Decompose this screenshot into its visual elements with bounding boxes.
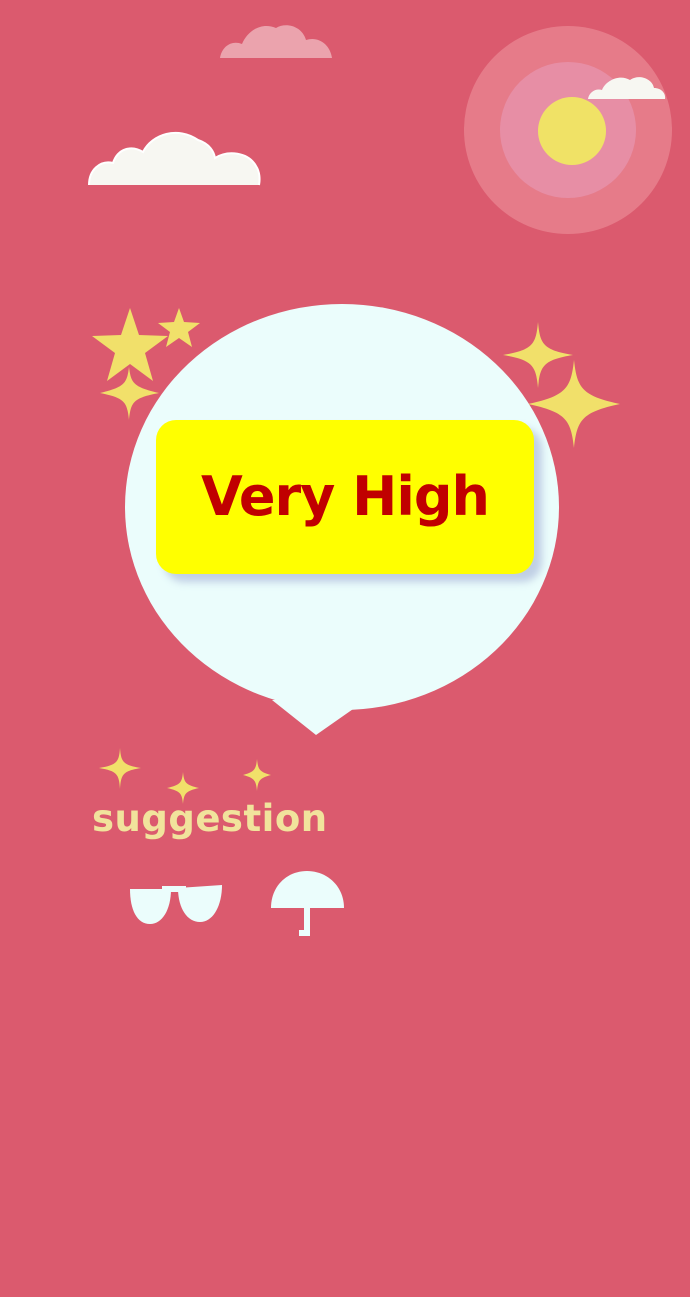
cloud-icon xyxy=(88,131,261,186)
suggestion-heading: suggestion xyxy=(92,797,328,840)
uv-index-screen: Very High suggestion xyxy=(0,0,690,1297)
uv-rating-text: Very High xyxy=(201,465,490,528)
sparkle-icon xyxy=(99,748,271,804)
umbrella-icon xyxy=(271,871,344,936)
cloud-icon xyxy=(220,25,332,58)
sun-icon xyxy=(464,26,672,234)
scene-illustration xyxy=(88,25,672,936)
sunglasses-icon xyxy=(130,885,222,924)
uv-rating-badge: Very High xyxy=(156,420,534,574)
